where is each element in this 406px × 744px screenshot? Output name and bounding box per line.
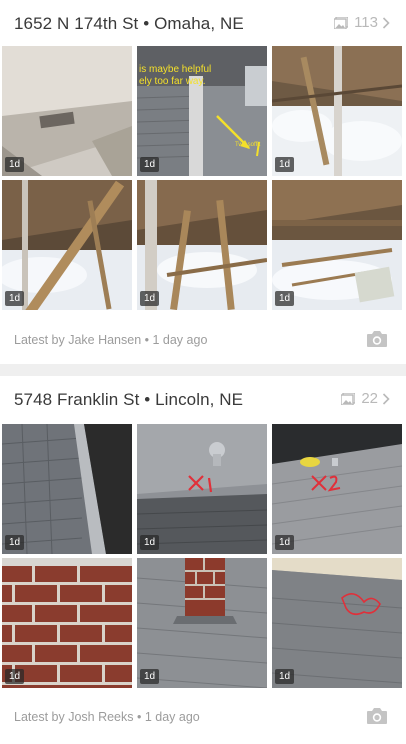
camera-icon[interactable] <box>366 707 388 725</box>
project-title[interactable]: 5748 Franklin St • Lincoln, NE <box>14 390 243 410</box>
gallery-icon <box>341 392 356 405</box>
age-badge: 1d <box>275 291 295 306</box>
latest-activity-text: Latest by Jake Hansen • 1 day ago <box>14 333 208 347</box>
photo-count-link[interactable]: 113 <box>334 14 390 31</box>
photo-thumbnail[interactable]: 1d <box>2 558 132 688</box>
photo-thumbnail[interactable]: 1d <box>272 46 402 176</box>
age-badge: 1d <box>140 291 160 306</box>
gallery-icon <box>334 16 349 29</box>
age-badge: 1d <box>275 535 295 550</box>
age-badge: 1d <box>5 669 25 684</box>
project-card[interactable]: 1652 N 174th St • Omaha, NE 113 1d is ma… <box>0 0 406 364</box>
photo-thumbnail[interactable]: 1d <box>272 180 402 310</box>
photo-thumbnail[interactable]: 1d <box>137 180 267 310</box>
photo-count-value: 22 <box>361 390 378 407</box>
photo-grid: 1d is maybe helpful ely too far way. Two… <box>2 46 402 310</box>
chevron-right-icon <box>382 392 390 405</box>
photo-thumbnail[interactable]: 1d <box>2 424 132 554</box>
photo-thumbnail[interactable]: 1d <box>272 424 402 554</box>
age-badge: 1d <box>140 157 160 172</box>
chevron-right-icon <box>382 16 390 29</box>
age-badge: 1d <box>5 157 25 172</box>
photo-annotation-text: is maybe helpful <box>139 64 211 75</box>
photo-thumbnail[interactable]: 1d <box>2 46 132 176</box>
latest-activity-text: Latest by Josh Reeks • 1 day ago <box>14 710 200 724</box>
photo-thumbnail[interactable]: 1d <box>272 558 402 688</box>
age-badge: 1d <box>140 535 160 550</box>
age-badge: 1d <box>5 535 25 550</box>
photo-count-link[interactable]: 22 <box>341 390 390 407</box>
photo-annotation-text: ely too far way. <box>139 76 206 87</box>
age-badge: 1d <box>140 669 160 684</box>
age-badge: 1d <box>5 291 25 306</box>
camera-icon[interactable] <box>366 330 388 348</box>
project-title[interactable]: 1652 N 174th St • Omaha, NE <box>14 14 244 34</box>
photo-thumbnail[interactable]: 1d <box>2 180 132 310</box>
photo-thumbnail[interactable]: 1d <box>137 558 267 688</box>
photo-thumbnail[interactable]: 1d <box>137 424 267 554</box>
photo-grid: 1d 1d 1d 1d 1d 1d <box>2 424 402 688</box>
photo-count-value: 113 <box>354 14 378 31</box>
age-badge: 1d <box>275 669 295 684</box>
age-badge: 1d <box>275 157 295 172</box>
photo-annotation-text: Two soffit <box>235 142 261 148</box>
photo-thumbnail[interactable]: is maybe helpful ely too far way. Two so… <box>137 46 267 176</box>
